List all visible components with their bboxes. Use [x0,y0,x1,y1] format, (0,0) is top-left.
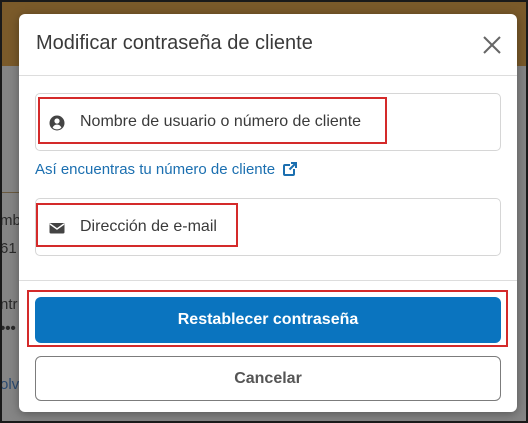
background-text-fragment: ntr [0,296,18,313]
background-divider [0,192,19,193]
email-field[interactable] [35,198,501,256]
modal-title: Modificar contraseña de cliente [36,32,313,54]
user-circle-icon [49,115,65,131]
close-icon [483,36,501,54]
email-input[interactable] [80,199,490,255]
customer-number-help-link[interactable]: Así encuentras tu número de cliente [35,161,298,178]
envelope-icon [49,223,65,234]
background-link-fragment: olv [0,376,20,393]
reset-password-button[interactable]: Restablecer contraseña [35,297,501,343]
help-link-label: Así encuentras tu número de cliente [35,161,276,178]
username-input[interactable] [80,94,490,150]
background-text-fragment: 61 [0,240,17,257]
cancel-button[interactable]: Cancelar [35,356,501,401]
modal-header: Modificar contraseña de cliente [19,14,517,76]
change-password-modal: Modificar contraseña de cliente Así encu… [19,14,517,412]
external-link-icon [283,162,298,176]
background-text-fragment: mb [0,212,21,229]
footer-divider [19,280,517,281]
close-button[interactable] [481,34,503,56]
background-text-fragment: ••• [0,320,16,337]
username-field[interactable] [35,93,501,151]
